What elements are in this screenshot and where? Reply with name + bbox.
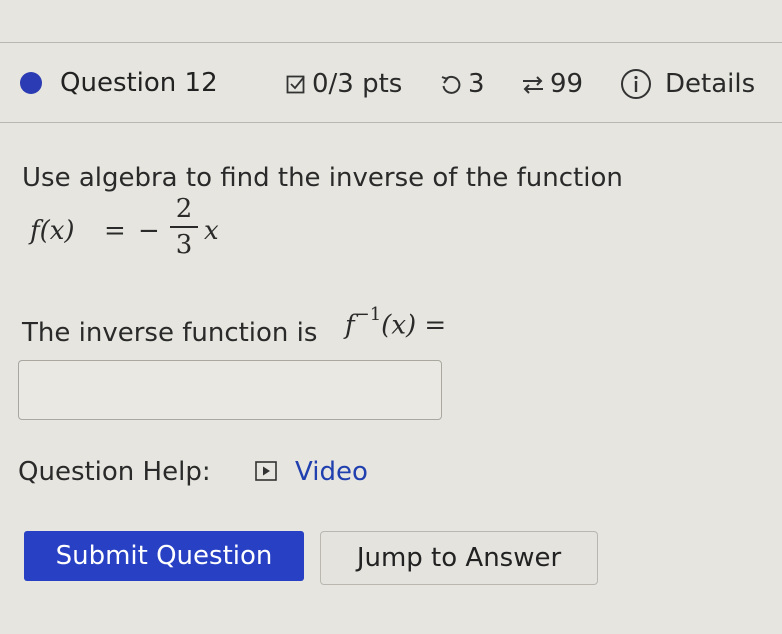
- question-header: Question 12 0/3 pts 3 99 Details: [0, 62, 782, 112]
- video-icon: [255, 461, 277, 481]
- submissions-icon: [523, 76, 543, 94]
- submissions-count: 99: [550, 69, 584, 99]
- fraction-denominator: 3: [175, 230, 193, 260]
- function-variable: x: [204, 216, 219, 246]
- info-icon[interactable]: [620, 68, 652, 100]
- fraction-numerator: 2: [175, 194, 193, 224]
- inverse-f: f: [345, 310, 355, 341]
- score-checkbox-icon: [286, 75, 305, 94]
- function-lhs: f(x): [30, 216, 75, 246]
- header-divider: [0, 122, 782, 123]
- inverse-arg: (x): [381, 310, 417, 341]
- inverse-expression: f−1(x) =: [345, 304, 447, 341]
- function-equals: =: [104, 216, 126, 246]
- retry-icon: [441, 75, 461, 94]
- question-status-dot: [20, 72, 42, 94]
- retries-count: 3: [468, 69, 485, 99]
- points-text: 0/3 pts: [312, 69, 403, 99]
- fraction-bar: [170, 226, 198, 228]
- inverse-label: The inverse function is: [22, 318, 318, 348]
- question-help-label: Question Help:: [18, 457, 211, 487]
- function-fraction: 2 3: [170, 194, 198, 260]
- details-link[interactable]: Details: [665, 67, 755, 101]
- inverse-equals: =: [424, 310, 447, 341]
- answer-input[interactable]: [18, 360, 442, 420]
- inverse-exponent: −1: [354, 304, 382, 325]
- question-prompt: Use algebra to find the inverse of the f…: [22, 163, 623, 193]
- video-label: Video: [295, 457, 368, 487]
- top-divider: [0, 42, 782, 43]
- question-title: Question 12: [60, 68, 218, 98]
- function-sign: −: [138, 216, 160, 246]
- jump-to-answer-button[interactable]: Jump to Answer: [320, 531, 598, 585]
- submit-question-button[interactable]: Submit Question: [24, 531, 304, 581]
